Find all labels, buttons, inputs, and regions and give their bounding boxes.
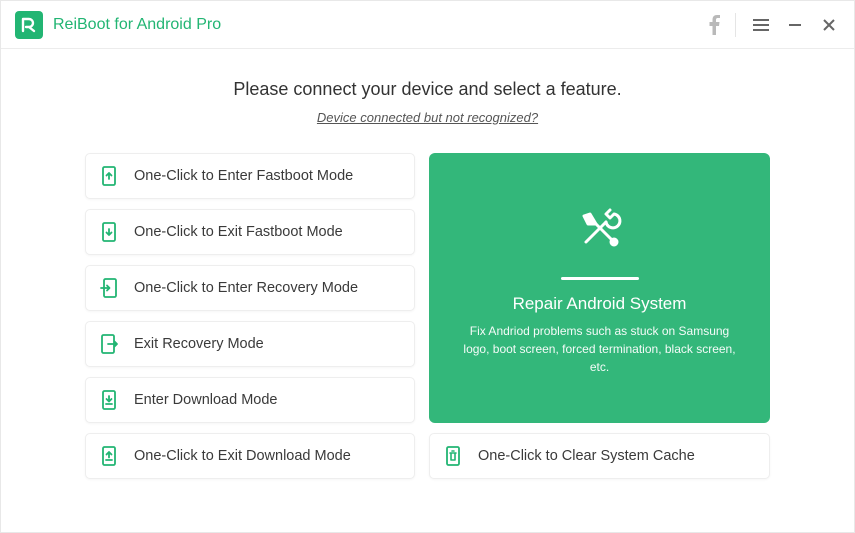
phone-arrow-in-icon bbox=[98, 277, 120, 299]
clear-cache-button[interactable]: One-Click to Clear System Cache bbox=[429, 433, 770, 479]
phone-trash-icon bbox=[442, 445, 464, 467]
exit-recovery-button[interactable]: Exit Recovery Mode bbox=[85, 321, 415, 367]
main-content: Please connect your device and select a … bbox=[1, 49, 854, 532]
close-button[interactable] bbox=[814, 10, 844, 40]
device-not-recognized-link[interactable]: Device connected but not recognized? bbox=[85, 110, 770, 125]
exit-download-button[interactable]: One-Click to Exit Download Mode bbox=[85, 433, 415, 479]
option-label: One-Click to Exit Download Mode bbox=[134, 448, 351, 464]
feature-right-column: Repair Android System Fix Andriod proble… bbox=[429, 153, 770, 479]
phone-upload-icon bbox=[98, 445, 120, 467]
facebook-icon[interactable] bbox=[699, 10, 729, 40]
enter-recovery-button[interactable]: One-Click to Enter Recovery Mode bbox=[85, 265, 415, 311]
main-heading: Please connect your device and select a … bbox=[85, 79, 770, 100]
feature-grid: One-Click to Enter Fastboot Mode One-Cli… bbox=[85, 153, 770, 479]
title-bar: ReiBoot for Android Pro bbox=[1, 1, 854, 49]
option-label: One-Click to Enter Recovery Mode bbox=[134, 280, 358, 296]
divider bbox=[561, 277, 639, 280]
repair-title: Repair Android System bbox=[513, 294, 687, 314]
option-label: Enter Download Mode bbox=[134, 392, 277, 408]
option-label: One-Click to Enter Fastboot Mode bbox=[134, 168, 353, 184]
app-logo-icon bbox=[15, 11, 43, 39]
enter-download-button[interactable]: Enter Download Mode bbox=[85, 377, 415, 423]
phone-arrow-out-icon bbox=[98, 333, 120, 355]
repair-description: Fix Andriod problems such as stuck on Sa… bbox=[457, 322, 742, 376]
separator bbox=[735, 13, 736, 37]
enter-fastboot-button[interactable]: One-Click to Enter Fastboot Mode bbox=[85, 153, 415, 199]
option-label: One-Click to Clear System Cache bbox=[478, 448, 695, 464]
tools-icon bbox=[572, 200, 628, 261]
minimize-button[interactable] bbox=[780, 10, 810, 40]
feature-left-column: One-Click to Enter Fastboot Mode One-Cli… bbox=[85, 153, 415, 479]
option-label: Exit Recovery Mode bbox=[134, 336, 264, 352]
phone-up-icon bbox=[98, 165, 120, 187]
option-label: One-Click to Exit Fastboot Mode bbox=[134, 224, 343, 240]
phone-download-icon bbox=[98, 389, 120, 411]
app-title: ReiBoot for Android Pro bbox=[53, 16, 221, 34]
phone-down-icon bbox=[98, 221, 120, 243]
app-window: ReiBoot for Android Pro Pl bbox=[0, 0, 855, 533]
menu-icon[interactable] bbox=[746, 10, 776, 40]
exit-fastboot-button[interactable]: One-Click to Exit Fastboot Mode bbox=[85, 209, 415, 255]
repair-android-card[interactable]: Repair Android System Fix Andriod proble… bbox=[429, 153, 770, 423]
